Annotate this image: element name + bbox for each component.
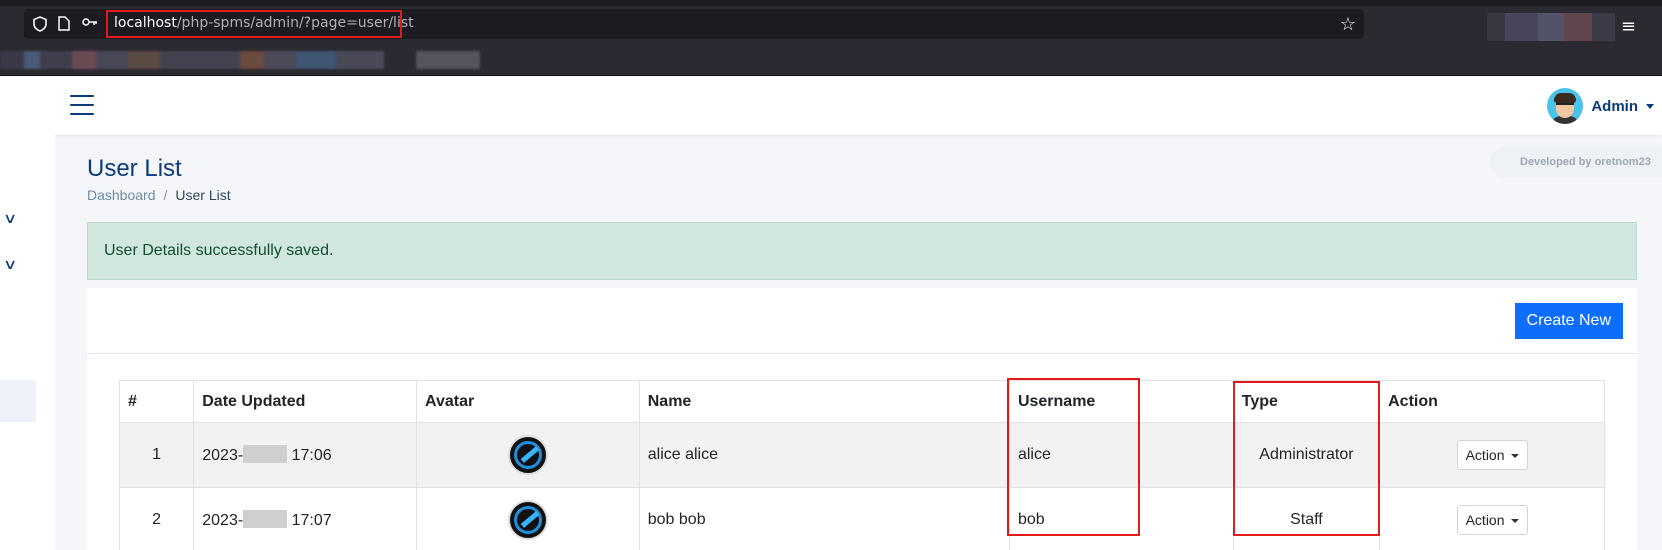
sidebar: ∨ ∨ (0, 135, 55, 550)
action-dropdown-button[interactable]: Action (1456, 505, 1528, 535)
col-header-date: Date Updated (193, 380, 417, 423)
username-column-highlight (1007, 378, 1140, 536)
row-avatar (416, 487, 640, 550)
date-time: 17:06 (291, 447, 332, 464)
table-header-row: # Date Updated Avatar Name Username Type… (118, 380, 1605, 423)
users-table: # Date Updated Avatar Name Username Type… (118, 380, 1605, 550)
page-icon[interactable] (56, 16, 72, 32)
chevron-down-icon (1646, 103, 1654, 109)
breadcrumb-dashboard[interactable]: Dashboard (87, 187, 156, 203)
row-num: 2 (118, 487, 195, 550)
date-prefix: 2023- (202, 447, 244, 464)
row-date: 2023- 17:06 (193, 422, 417, 488)
row-num: 1 (118, 422, 195, 488)
star-icon[interactable]: ☆ (1340, 14, 1356, 35)
redacted-block (243, 445, 288, 463)
chevron-down-icon (1510, 519, 1519, 523)
chevron-down-icon[interactable]: ∨ (3, 257, 17, 273)
card-header: Create New (87, 288, 1637, 354)
avatar (1547, 88, 1584, 124)
date-prefix: 2023- (202, 512, 244, 529)
chevron-down-icon[interactable]: ∨ (3, 211, 17, 227)
menu-icon[interactable]: ≡ (1621, 16, 1636, 37)
action-label: Action (1465, 447, 1505, 463)
col-header-action: Action (1379, 380, 1605, 423)
key-icon[interactable] (82, 16, 98, 32)
hamburger-icon[interactable] (70, 95, 94, 115)
user-avatar-icon (507, 435, 548, 475)
col-header-name: Name (638, 380, 1010, 423)
url-bar[interactable]: localhost/php-spms/admin/?page=user/list… (24, 9, 1364, 39)
bookmarks-blurred[interactable] (0, 51, 800, 69)
breadcrumb-current: User List (175, 187, 231, 203)
row-avatar (416, 422, 640, 488)
action-dropdown-button[interactable]: Action (1456, 440, 1528, 470)
date-time: 17:07 (291, 512, 332, 529)
app-header: Admin (0, 77, 1662, 135)
row-action: Action (1379, 422, 1605, 488)
user-menu[interactable]: Admin (1547, 87, 1654, 125)
action-label: Action (1465, 512, 1505, 528)
page-title: User List (87, 155, 182, 182)
developer-badge: Developed by oretnom23 (1490, 146, 1662, 178)
bookmarks-bar (0, 46, 1662, 76)
table-row: 2 2023- 17:07 bob bob bob Staff Action (118, 487, 1605, 550)
browser-toolbar: localhost/php-spms/admin/?page=user/list… (0, 6, 1662, 46)
row-name: bob bob (638, 487, 1010, 550)
row-action: Action (1379, 487, 1605, 550)
row-name: alice alice (638, 422, 1010, 488)
col-header-avatar: Avatar (416, 380, 640, 423)
row-date: 2023- 17:07 (193, 487, 417, 550)
col-header-num: # (118, 380, 195, 423)
table-row: 1 2023- 17:06 alice alice alice Administ… (118, 422, 1605, 488)
type-column-highlight (1233, 381, 1380, 536)
user-name: Admin (1591, 97, 1638, 115)
user-avatar-icon (507, 500, 548, 540)
shield-icon[interactable] (32, 16, 48, 32)
extensions-area[interactable] (1487, 13, 1615, 41)
chevron-down-icon (1510, 454, 1519, 458)
user-list-card: Create New # Date Updated Avatar Name Us… (87, 288, 1637, 550)
redacted-block (243, 510, 288, 528)
sidebar-item-active[interactable] (0, 380, 36, 422)
breadcrumb: Dashboard / User List (87, 187, 231, 203)
url-highlight-box (106, 10, 402, 38)
success-alert: User Details successfully saved. (87, 222, 1637, 280)
create-new-button[interactable]: Create New (1514, 303, 1623, 339)
breadcrumb-separator: / (163, 187, 168, 203)
